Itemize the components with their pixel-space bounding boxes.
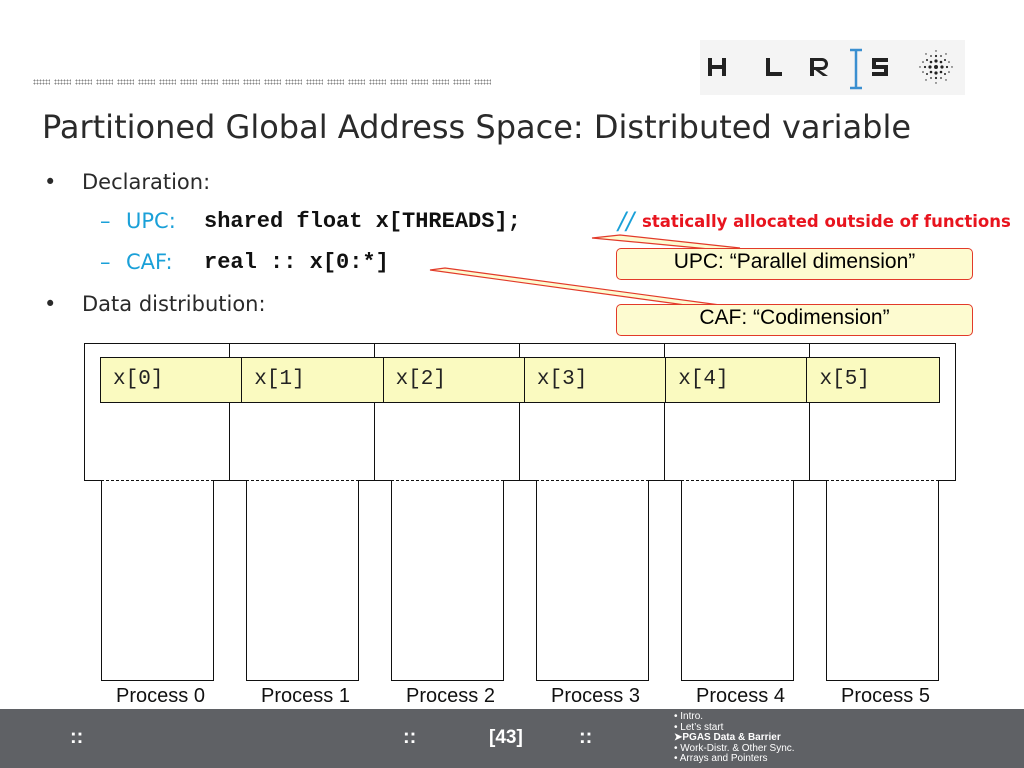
- nav-prev-link[interactable]: ::: [403, 726, 416, 749]
- upc-comment-slashes: //: [618, 207, 635, 235]
- slide-title: Partitioned Global Address Space: Distri…: [42, 108, 912, 146]
- process-label: Process 0: [116, 685, 205, 707]
- process-label: Process 4: [696, 685, 785, 707]
- caf-callout: CAF: “Codimension”: [616, 304, 973, 336]
- process-label: Process 5: [841, 685, 930, 707]
- bullet-declaration: Declaration:: [82, 170, 211, 194]
- nav-next-link[interactable]: ::: [579, 726, 592, 749]
- array-cell: x[4]: [666, 358, 808, 402]
- array-cell: x[3]: [525, 358, 667, 402]
- page-number: [43]: [489, 727, 523, 748]
- upc-code: shared float x[THREADS];: [204, 209, 521, 234]
- array-cell: x[1]: [242, 358, 384, 402]
- nav-first-link[interactable]: ::: [70, 726, 83, 749]
- process-label: Process 2: [406, 685, 495, 707]
- array-cell: x[5]: [819, 368, 870, 391]
- process-label: Process 1: [261, 685, 350, 707]
- process-4-memory: [681, 480, 794, 681]
- upc-label: UPC:: [126, 209, 176, 233]
- caf-label: CAF:: [126, 250, 173, 274]
- sub-bullet-dash: –: [100, 209, 111, 233]
- caf-code: real :: x[0:*]: [204, 250, 389, 275]
- sub-bullet-dash: –: [100, 250, 111, 274]
- bullet-dot: •: [44, 170, 57, 194]
- process-label: Process 3: [551, 685, 640, 707]
- toc-item[interactable]: • Arrays and Pointers: [674, 754, 795, 765]
- array-cell: x[2]: [384, 358, 525, 402]
- bullet-dot: •: [44, 292, 57, 316]
- process-2-memory: [391, 480, 504, 681]
- distributed-variable-band: x[0] x[1] x[2] x[3] x[4] x[5]: [100, 357, 940, 403]
- upc-comment-text: statically allocated outside of function…: [642, 212, 1011, 231]
- upc-callout: UPC: “Parallel dimension”: [616, 248, 973, 280]
- process-1-memory: [246, 480, 359, 681]
- array-cell: x[0]: [101, 358, 243, 402]
- hlrs-logo: [700, 40, 965, 95]
- process-0-memory: [101, 480, 214, 681]
- process-3-memory: [536, 480, 649, 681]
- process-5-memory: [826, 480, 939, 681]
- bullet-data-distribution: Data distribution:: [82, 292, 266, 316]
- section-toc: • Intro. • Let’s start ➤PGAS Data & Barr…: [674, 711, 795, 765]
- decorative-dot-strip: [33, 79, 523, 89]
